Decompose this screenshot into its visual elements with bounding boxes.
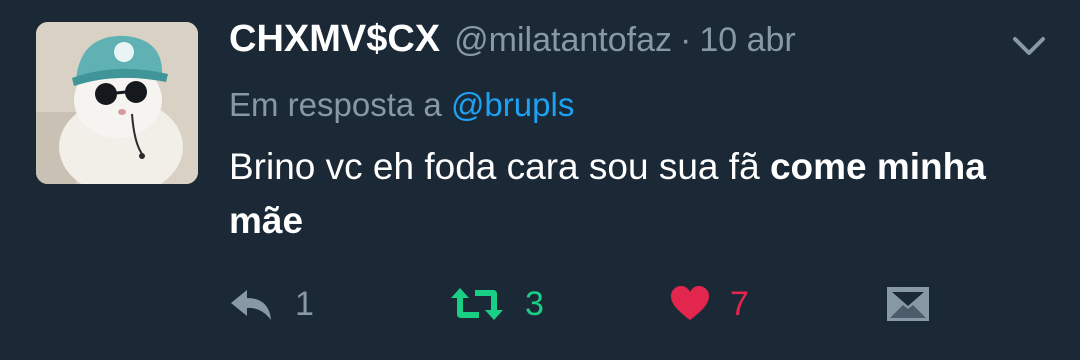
tweet-text: Brino vc eh foda cara sou sua fã come mi… bbox=[229, 140, 1019, 248]
tweet-actions: 1 3 7 bbox=[0, 280, 1080, 328]
tweet-date[interactable]: 10 abr bbox=[699, 21, 795, 60]
reply-mention-link[interactable]: @brupls bbox=[451, 86, 574, 123]
display-name[interactable]: CHXMV$CX bbox=[229, 18, 440, 61]
reply-prefix: Em resposta a bbox=[229, 86, 442, 123]
reply-context: Em resposta a @brupls bbox=[229, 86, 1040, 128]
retweet-button[interactable]: 3 bbox=[449, 280, 544, 328]
retweet-icon bbox=[451, 288, 503, 320]
user-handle[interactable]: @milatantofaz bbox=[454, 21, 672, 60]
reply-arrow-icon bbox=[231, 290, 271, 320]
heart-icon bbox=[671, 286, 709, 320]
reply-button[interactable]: 1 bbox=[229, 280, 314, 328]
like-count: 7 bbox=[730, 284, 749, 323]
like-button[interactable]: 7 bbox=[670, 280, 749, 328]
tweet-card[interactable]: CHXMV$CX @milatantofaz · 10 abr Em respo… bbox=[0, 0, 1080, 360]
chevron-down-icon[interactable] bbox=[1012, 34, 1046, 58]
tweet-content: CHXMV$CX @milatantofaz · 10 abr Em respo… bbox=[229, 18, 1040, 248]
direct-message-button[interactable] bbox=[886, 280, 930, 328]
separator-dot: · bbox=[680, 21, 692, 59]
avatar[interactable] bbox=[36, 22, 198, 184]
tweet-text-normal: Brino vc eh foda cara sou sua fã bbox=[229, 146, 770, 187]
retweet-count: 3 bbox=[525, 284, 544, 323]
envelope-icon bbox=[887, 287, 929, 321]
tweet-header: CHXMV$CX @milatantofaz · 10 abr bbox=[229, 18, 1040, 70]
reply-count: 1 bbox=[295, 284, 314, 323]
